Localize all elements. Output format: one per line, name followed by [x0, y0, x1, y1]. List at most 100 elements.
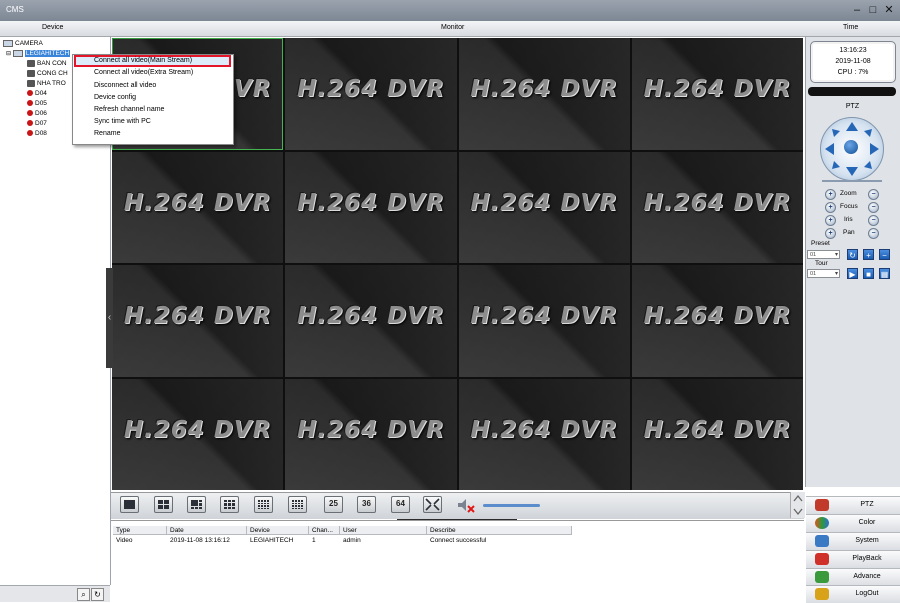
tree-channel-5[interactable]: D05: [27, 99, 47, 109]
nav-playback[interactable]: PlayBack: [806, 550, 900, 568]
video-cell-14[interactable]: H.264 DVR: [285, 378, 457, 490]
tree-channel-7[interactable]: D07: [27, 119, 47, 129]
color-icon: [815, 517, 829, 529]
layout-25-button[interactable]: 25: [324, 496, 343, 513]
title-bar: CMS – □ ✕: [0, 0, 900, 22]
monitor-header: Monitor: [441, 24, 465, 31]
layout-13-button[interactable]: [254, 496, 273, 513]
advance-icon: [815, 571, 829, 583]
nav-logout[interactable]: LogOut: [806, 585, 900, 603]
col-date[interactable]: Date: [167, 526, 247, 535]
tree-device[interactable]: ⊟ LEGIAHITECH: [6, 49, 71, 59]
layout-16-button[interactable]: [288, 496, 307, 513]
menu-connect-main-stream[interactable]: Connect all video(Main Stream): [94, 57, 192, 64]
col-device[interactable]: Device: [247, 526, 309, 535]
ptz-icon: [815, 499, 829, 511]
zoom-in-button[interactable]: +: [825, 189, 836, 200]
tour-play-button[interactable]: ▶: [847, 268, 858, 279]
tour-select[interactable]: 01: [807, 269, 840, 279]
tour-stop-button[interactable]: ■: [863, 268, 874, 279]
iris-close-button[interactable]: −: [868, 215, 879, 226]
preset-add-button[interactable]: +: [863, 249, 874, 260]
menu-sync-time[interactable]: Sync time with PC: [94, 118, 151, 125]
maximize-button[interactable]: □: [866, 4, 880, 17]
close-button[interactable]: ✕: [882, 4, 896, 17]
nav-ptz[interactable]: PTZ: [806, 496, 900, 514]
clock-display: 13:16:23 2019-11-08 CPU : 7%: [810, 41, 896, 83]
menu-rename[interactable]: Rename: [94, 130, 120, 137]
tree-channel-2[interactable]: CONG CH: [27, 69, 68, 79]
collapse-panel-arrow[interactable]: ‹: [106, 268, 113, 368]
focus-in-button[interactable]: +: [825, 202, 836, 213]
video-cell-2[interactable]: H.264 DVR: [285, 38, 457, 150]
col-describe[interactable]: Describe: [427, 526, 572, 535]
video-cell-9[interactable]: H.264 DVR: [112, 265, 284, 377]
preset-goto-button[interactable]: ↻: [847, 249, 858, 260]
nav-color[interactable]: Color: [806, 514, 900, 532]
minimize-button[interactable]: –: [850, 4, 864, 17]
tree-channel-6[interactable]: D06: [27, 109, 47, 119]
focus-out-button[interactable]: −: [868, 202, 879, 213]
preset-remove-button[interactable]: −: [879, 249, 890, 260]
cell-type: Video: [116, 537, 133, 544]
zoom-out-button[interactable]: −: [868, 189, 879, 200]
layout-64-button[interactable]: 64: [391, 496, 410, 513]
menu-connect-extra-stream[interactable]: Connect all video(Extra Stream): [94, 69, 193, 76]
logout-icon: [815, 588, 829, 600]
iris-label: Iris: [844, 216, 853, 223]
layout-1-button[interactable]: [120, 496, 139, 513]
tour-grid-button[interactable]: ▦: [879, 268, 890, 279]
preset-select[interactable]: 01: [807, 250, 840, 260]
layout-9-button[interactable]: [220, 496, 239, 513]
layout-36-button[interactable]: 36: [357, 496, 376, 513]
tree-channel-1[interactable]: BAN CON: [27, 59, 67, 69]
search-icon[interactable]: ⌕: [77, 588, 90, 601]
fullscreen-icon: [425, 498, 440, 511]
iris-open-button[interactable]: +: [825, 215, 836, 226]
zoom-label: Zoom: [840, 190, 857, 197]
video-cell-10[interactable]: H.264 DVR: [285, 265, 457, 377]
tree-channel-3[interactable]: NHA TRO: [27, 79, 66, 89]
video-cell-13[interactable]: H.264 DVR: [112, 378, 284, 490]
system-icon: [815, 535, 829, 547]
video-cell-16[interactable]: H.264 DVR: [631, 378, 803, 490]
video-cell-8[interactable]: H.264 DVR: [631, 151, 803, 263]
col-type[interactable]: Type: [113, 526, 167, 535]
pan-right-button[interactable]: −: [868, 228, 879, 239]
scroll-arrows-icon: [793, 494, 803, 516]
camera-offline-icon: [27, 110, 33, 117]
nav-advance[interactable]: Advance: [806, 568, 900, 586]
mute-button[interactable]: [456, 497, 476, 515]
col-user[interactable]: User: [340, 526, 427, 535]
video-cell-6[interactable]: H.264 DVR: [285, 151, 457, 263]
layout-4-button[interactable]: [154, 496, 173, 513]
ptz-center-button[interactable]: [844, 140, 858, 154]
tree-root[interactable]: CAMERA: [3, 39, 43, 49]
focus-label: Focus: [840, 203, 858, 210]
collapse-icon: ⊟: [6, 51, 12, 57]
video-cell-11[interactable]: H.264 DVR: [458, 265, 630, 377]
video-cell-4[interactable]: H.264 DVR: [631, 38, 803, 150]
pan-label: Pan: [843, 229, 855, 236]
tree-channel-8[interactable]: D08: [27, 129, 47, 139]
pan-left-button[interactable]: +: [825, 228, 836, 239]
toolbar-scroll[interactable]: [790, 492, 805, 518]
menu-device-config[interactable]: Device config: [94, 94, 136, 101]
menu-refresh-channel-name[interactable]: Refresh channel name: [94, 106, 164, 113]
video-cell-12[interactable]: H.264 DVR: [631, 265, 803, 377]
fullscreen-button[interactable]: [423, 496, 442, 513]
volume-slider[interactable]: [483, 504, 540, 507]
speaker-muted-icon: [458, 499, 475, 513]
time-header: Time: [843, 24, 859, 31]
video-cell-15[interactable]: H.264 DVR: [458, 378, 630, 490]
video-cell-7[interactable]: H.264 DVR: [458, 151, 630, 263]
tree-channel-4[interactable]: D04: [27, 89, 47, 99]
col-channel[interactable]: Chan...: [309, 526, 340, 535]
nav-system[interactable]: System: [806, 532, 900, 550]
video-cell-5[interactable]: H.264 DVR: [112, 151, 284, 263]
video-cell-3[interactable]: H.264 DVR: [458, 38, 630, 150]
layout-6-button[interactable]: [187, 496, 206, 513]
menu-disconnect-all[interactable]: Disconnect all video: [94, 82, 156, 89]
refresh-icon[interactable]: ↻: [91, 588, 104, 601]
ptz-speed-slider[interactable]: [822, 180, 882, 182]
